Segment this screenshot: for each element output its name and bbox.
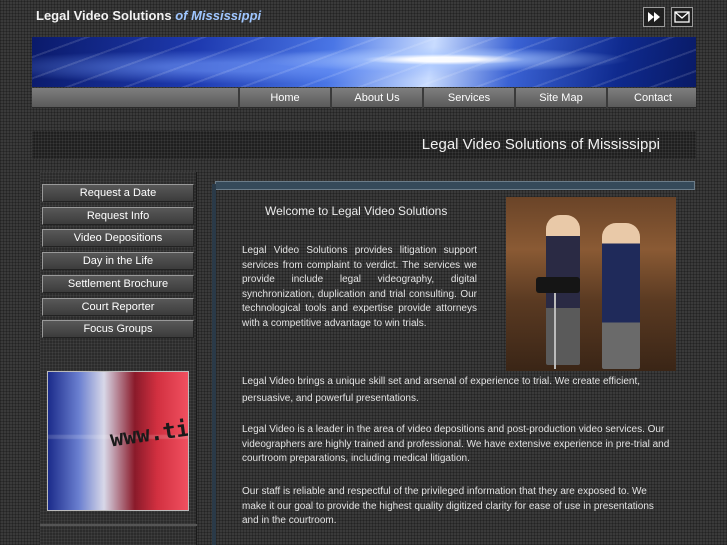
staff-paragraph: Our staff is reliable and respectful of … [242,486,654,526]
intro-paragraph: Legal Video Solutions provides litigatio… [242,245,477,329]
sidebar-divider [40,524,197,526]
sidebar-request-info[interactable]: Request Info [42,207,194,225]
sidebar-video-depositions[interactable]: Video Depositions [42,229,194,247]
nav-home[interactable]: Home [238,88,330,108]
site-title-main: Legal Video Solutions [36,8,172,23]
site-title-accent: of Mississippi [175,8,262,23]
photo-person [602,223,640,369]
sidebar-request-a-date[interactable]: Request a Date [42,184,194,202]
sidebar-settlement-brochure[interactable]: Settlement Brochure [42,275,194,293]
section-title-bar: Legal Video Solutions of Mississippi [32,131,696,159]
nav-contact[interactable]: Contact [606,88,698,108]
sidebar-focus-groups[interactable]: Focus Groups [42,320,194,338]
section-title: Legal Video Solutions of Mississippi [421,136,660,153]
tripod [554,293,556,369]
depositions-paragraph: Legal Video is a leader in the area of v… [242,424,670,464]
fast-forward-icon[interactable] [643,7,665,27]
top-icons [643,7,693,27]
envelope-icon[interactable] [671,7,693,27]
sidebar-image-text: www.ti [108,416,189,453]
nav-site-map[interactable]: Site Map [514,88,606,108]
welcome-heading: Welcome to Legal Video Solutions [265,204,448,218]
main-nav: Home About Us Services Site Map Contact [32,88,696,108]
skills-paragraph: Legal Video brings a unique skill set an… [242,376,641,404]
nav-about-us[interactable]: About Us [330,88,422,108]
videographers-photo [506,197,676,371]
sidebar: Request a Date Request Info Video Deposi… [40,172,197,545]
sidebar-web-image: www.ti [47,371,189,511]
sidebar-day-in-the-life[interactable]: Day in the Life [42,252,194,270]
header-banner [32,37,696,87]
nav-services[interactable]: Services [422,88,514,108]
camera-icon [536,277,580,293]
content-header-bar [212,181,695,545]
site-title: Legal Video Solutions of Mississippi [36,8,261,23]
sidebar-court-reporter[interactable]: Court Reporter [42,298,194,316]
